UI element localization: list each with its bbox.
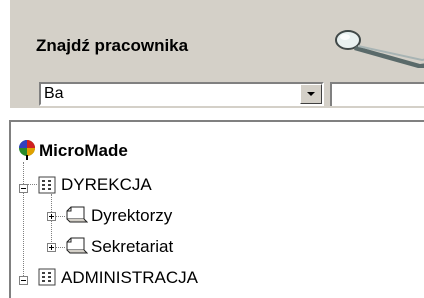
secondary-search-field[interactable] bbox=[330, 82, 424, 106]
dropdown-button[interactable] bbox=[300, 84, 322, 104]
tree-node-label: Dyrektorzy bbox=[91, 206, 173, 225]
combo-value: Ba bbox=[44, 85, 64, 102]
tree-node-dyrekcja[interactable]: DYREKCJA bbox=[11, 174, 311, 196]
tree-node-dyrektorzy[interactable]: Dyrektorzy bbox=[11, 206, 311, 228]
tree-node-label: ADMINISTRACJA bbox=[61, 268, 198, 287]
tree-line bbox=[55, 216, 65, 217]
employee-search-combobox[interactable]: Ba bbox=[39, 82, 324, 106]
tree-node-label: Sekretariat bbox=[91, 237, 174, 256]
expand-toggle[interactable] bbox=[47, 243, 56, 252]
org-tree[interactable]: MicroMade DYREKCJA Dyrektorzy Sekretaria… bbox=[9, 120, 424, 298]
search-panel: Znajdź pracownika Ba bbox=[9, 0, 424, 108]
tree-node-sekretariat[interactable]: Sekretariat bbox=[11, 237, 311, 259]
collapse-toggle[interactable] bbox=[19, 276, 28, 285]
tree-node-administracja[interactable]: ADMINISTRACJA bbox=[11, 268, 341, 290]
org-unit-icon bbox=[38, 268, 56, 291]
company-logo-icon bbox=[18, 140, 36, 165]
collapse-toggle[interactable] bbox=[19, 184, 28, 193]
tree-line bbox=[55, 247, 65, 248]
folder-icon bbox=[66, 206, 89, 229]
org-unit-icon bbox=[38, 176, 56, 199]
panel-title: Znajdź pracownika bbox=[36, 36, 189, 55]
expand-toggle[interactable] bbox=[47, 212, 56, 221]
tree-node-label: DYREKCJA bbox=[61, 175, 152, 194]
search-icon[interactable] bbox=[330, 24, 424, 68]
tree-root-label: MicroMade bbox=[39, 141, 128, 160]
folder-icon bbox=[66, 237, 89, 260]
